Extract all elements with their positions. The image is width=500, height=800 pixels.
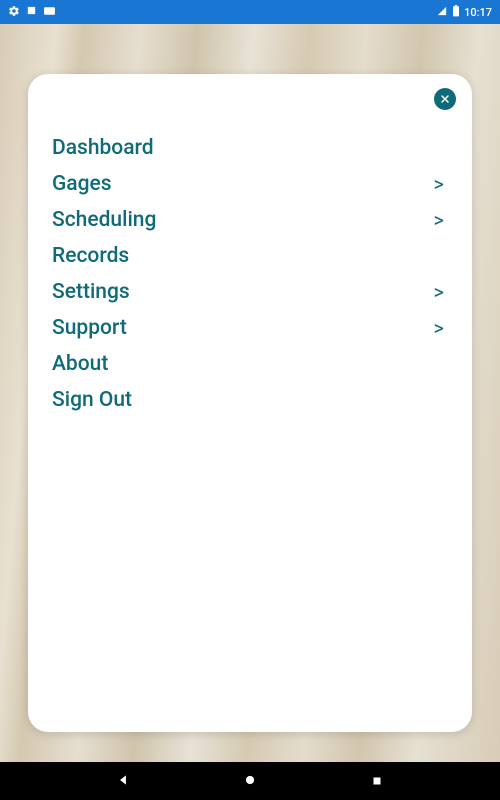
menu-item-support[interactable]: Support >: [52, 310, 448, 346]
menu-item-label: Records: [52, 244, 129, 268]
menu-item-label: About: [52, 352, 108, 376]
menu-item-about[interactable]: About: [52, 346, 448, 382]
android-nav-bar: [0, 762, 500, 800]
menu-item-settings[interactable]: Settings >: [52, 274, 448, 310]
status-right: 10:17: [436, 5, 492, 20]
nav-home-button[interactable]: [241, 772, 259, 790]
circle-home-icon: [243, 772, 257, 791]
status-left: [8, 5, 56, 20]
menu-item-gages[interactable]: Gages >: [52, 166, 448, 202]
menu-item-label: Support: [52, 316, 127, 340]
close-icon: [439, 90, 451, 109]
menu-list: Dashboard Gages > Scheduling > Records S…: [52, 130, 448, 418]
gear-icon: [8, 5, 20, 20]
menu-item-dashboard[interactable]: Dashboard: [52, 130, 448, 166]
battery-icon: [452, 5, 460, 20]
chevron-right-icon: >: [434, 280, 448, 304]
card-icon: [43, 6, 56, 19]
device-screen: 10:17 Dashboard Gages > Scheduling: [0, 0, 500, 800]
menu-item-label: Settings: [52, 280, 130, 304]
menu-item-records[interactable]: Records: [52, 238, 448, 274]
nav-recent-button[interactable]: [368, 772, 386, 790]
menu-panel: Dashboard Gages > Scheduling > Records S…: [28, 74, 472, 732]
menu-item-sign-out[interactable]: Sign Out: [52, 382, 448, 418]
menu-item-scheduling[interactable]: Scheduling >: [52, 202, 448, 238]
chevron-right-icon: >: [434, 172, 448, 196]
menu-item-label: Gages: [52, 172, 112, 196]
nav-back-button[interactable]: [114, 772, 132, 790]
square-recent-icon: [371, 772, 383, 791]
menu-item-label: Dashboard: [52, 136, 154, 160]
chevron-right-icon: >: [434, 316, 448, 340]
menu-item-label: Scheduling: [52, 208, 156, 232]
menu-item-label: Sign Out: [52, 388, 132, 412]
signal-icon: [436, 6, 448, 19]
chevron-right-icon: >: [434, 208, 448, 232]
status-bar: 10:17: [0, 0, 500, 24]
triangle-back-icon: [116, 772, 130, 791]
square-icon: [26, 5, 37, 19]
status-time: 10:17: [464, 6, 492, 19]
content-area: Dashboard Gages > Scheduling > Records S…: [0, 24, 500, 762]
close-button[interactable]: [434, 88, 456, 110]
